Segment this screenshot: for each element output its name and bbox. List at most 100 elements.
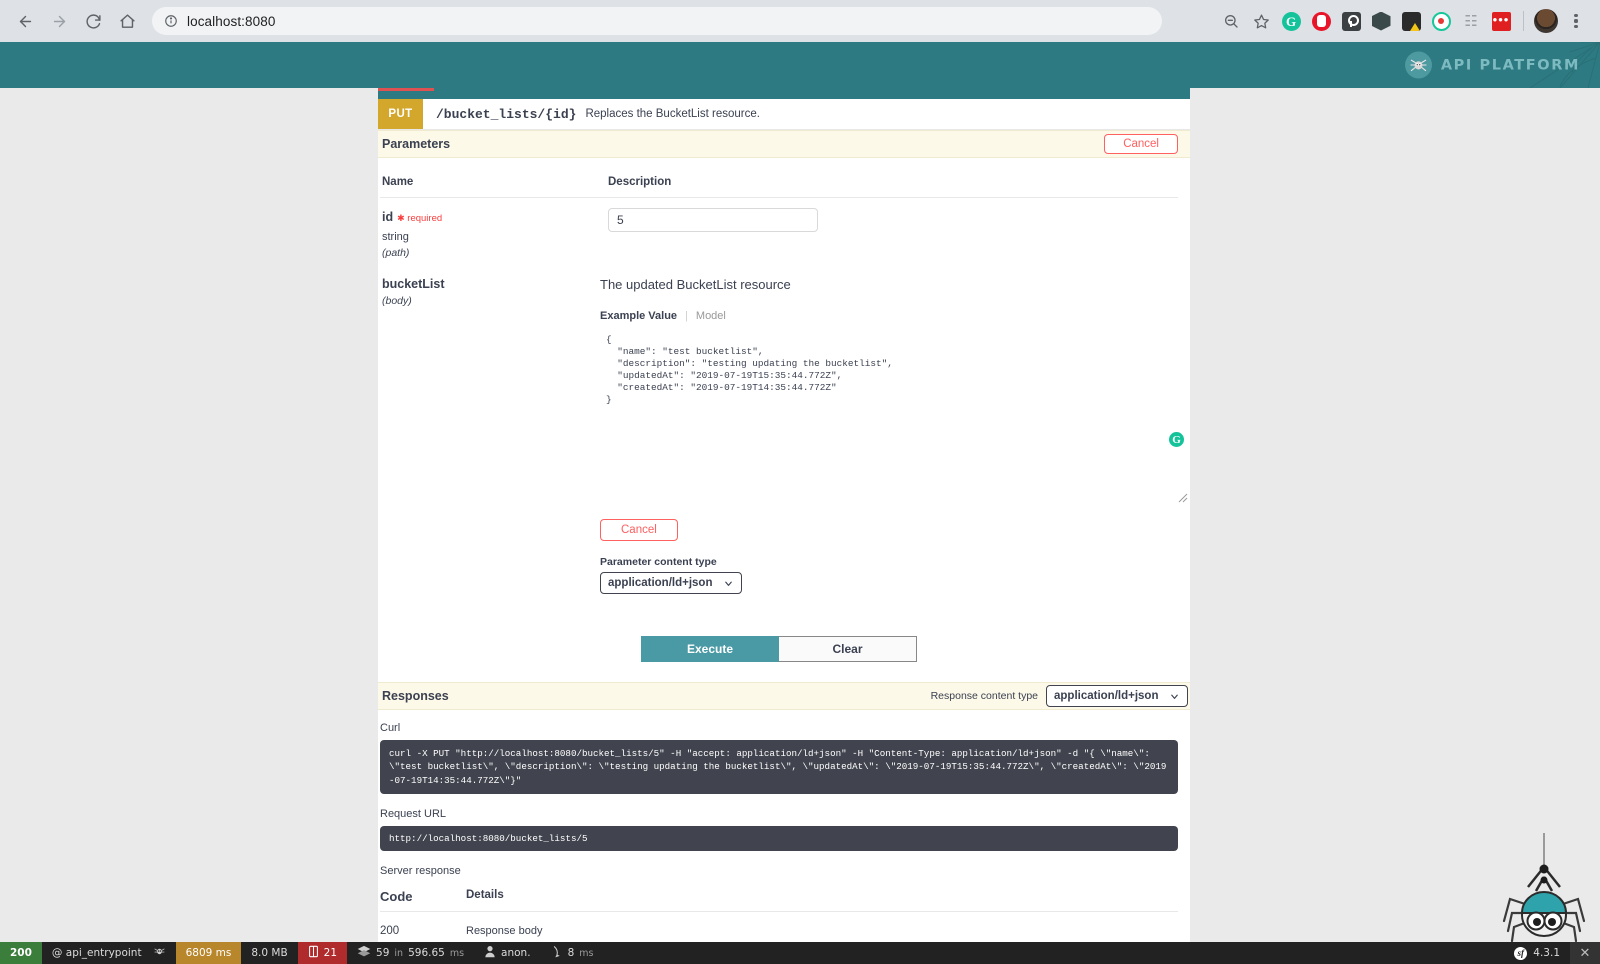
- chevron-down-icon: [725, 581, 732, 586]
- request-url[interactable]: http://localhost:8080/bucket_lists/5: [380, 826, 1178, 852]
- parameter-row-bucketlist: bucketList (body) The updated BucketList…: [380, 259, 1188, 594]
- toolbar-user[interactable]: anon.: [474, 942, 541, 964]
- toolbar-status-code[interactable]: 200: [0, 942, 42, 964]
- toolbar-route[interactable]: @ api_entrypoint: [42, 942, 176, 964]
- back-arrow-icon[interactable]: [10, 6, 40, 36]
- parameters-table-header: Name Description: [380, 158, 1178, 198]
- toolbar-time[interactable]: 6809 ms: [175, 942, 242, 964]
- forward-arrow-icon[interactable]: [44, 6, 74, 36]
- toolbar-twig[interactable]: 21: [297, 942, 348, 964]
- spider-logo-icon: [1404, 51, 1432, 79]
- parameters-body: Name Description id ✱ required string (pa…: [378, 158, 1190, 682]
- tab-divider: |: [685, 310, 688, 322]
- cancel-button-body[interactable]: Cancel: [600, 519, 678, 541]
- response-content-type-select[interactable]: application/ld+json: [1046, 685, 1188, 707]
- curl-label: Curl: [380, 722, 401, 734]
- mail-time-unit: ms: [579, 947, 594, 959]
- column-details: Details: [466, 889, 504, 902]
- brand: API PLATFORM: [1404, 51, 1580, 79]
- grammarly-icon[interactable]: G: [1169, 432, 1184, 447]
- responses-title: Responses: [382, 689, 449, 703]
- response-content-type-value: application/ld+json: [1054, 690, 1159, 702]
- column-description: Description: [608, 176, 672, 188]
- response-body-label: Response body: [466, 925, 543, 938]
- brand-name: API PLATFORM: [1440, 57, 1580, 73]
- symfony-debug-toolbar: 200 @ api_entrypoint 6809 ms 8.0 MB 21 5…: [0, 942, 1600, 964]
- operation-path-group: /bucket_lists/{id} Replaces the BucketLi…: [423, 99, 760, 129]
- request-url-label: Request URL: [380, 808, 447, 821]
- parameter-location: (body): [382, 295, 412, 307]
- grammarly-icon[interactable]: G: [1277, 7, 1305, 35]
- db-in-label: in: [394, 947, 404, 959]
- required-marker: ✱ required: [397, 213, 443, 224]
- navigation-buttons: [10, 6, 142, 36]
- sitemap-icon[interactable]: ☷: [1457, 7, 1485, 35]
- kebab-menu-icon[interactable]: [1562, 7, 1590, 35]
- http-method-badge: PUT: [378, 99, 423, 129]
- execute-actions: Execute Clear: [380, 636, 1178, 682]
- operation-summary[interactable]: PUT /bucket_lists/{id} Replaces the Buck…: [378, 99, 1190, 130]
- chevron-down-icon: [1171, 694, 1178, 699]
- responses-body: Curl curl -X PUT "http://localhost:8080/…: [378, 710, 1190, 964]
- curl-command[interactable]: curl -X PUT "http://localhost:8080/bucke…: [380, 740, 1178, 795]
- pocket-icon[interactable]: [1337, 7, 1365, 35]
- parameter-type: string: [382, 231, 409, 243]
- redmine-icon[interactable]: •••: [1487, 7, 1515, 35]
- reload-icon[interactable]: [78, 6, 108, 36]
- home-icon[interactable]: [112, 6, 142, 36]
- site-info-icon[interactable]: [164, 14, 178, 28]
- url-text: localhost:8080: [187, 13, 276, 29]
- id-input[interactable]: [608, 208, 818, 232]
- address-bar[interactable]: localhost:8080: [152, 7, 1162, 35]
- parameter-content-type-value: application/ld+json: [608, 577, 713, 589]
- toolbar-database[interactable]: 59 in 596.65 ms: [347, 942, 474, 964]
- user-name: anon.: [501, 947, 531, 959]
- adblock-icon[interactable]: [1307, 7, 1335, 35]
- spider-mascot-decoration: [1502, 833, 1586, 943]
- responses-header: Responses Response content type applicat…: [378, 682, 1190, 710]
- tab-example-value[interactable]: Example Value: [600, 310, 677, 322]
- parameter-name: bucketList: [382, 277, 445, 291]
- db-time-unit: ms: [449, 947, 465, 959]
- symfony-logo-icon: sf: [1514, 946, 1528, 960]
- resize-handle-icon[interactable]: [1178, 493, 1188, 503]
- user-icon: [484, 945, 496, 961]
- request-body-text[interactable]: { "name": "test bucketlist", "descriptio…: [600, 332, 1178, 406]
- toolbar-memory[interactable]: 8.0 MB: [241, 942, 297, 964]
- target-icon[interactable]: [1427, 7, 1455, 35]
- cancel-button-top[interactable]: Cancel: [1104, 134, 1178, 154]
- response-table-header: Code Details: [380, 889, 1178, 913]
- operation-top-accent: [378, 88, 1190, 99]
- honey-icon[interactable]: [1367, 7, 1395, 35]
- column-code: Code: [380, 889, 413, 905]
- browser-toolbar-right: G ☷ •••: [1217, 7, 1590, 35]
- star-icon[interactable]: [1247, 7, 1275, 35]
- column-name: Name: [382, 176, 414, 188]
- clear-button[interactable]: Clear: [779, 636, 917, 662]
- swagger-operation-sheet: PUT /bucket_lists/{id} Replaces the Buck…: [378, 88, 1190, 964]
- maze-icon[interactable]: [1397, 7, 1425, 35]
- spider-icon: [147, 945, 166, 961]
- toolbar-divider: [1523, 11, 1524, 31]
- parameter-name: id: [382, 210, 394, 224]
- tab-accent: [378, 88, 434, 91]
- toolbar-right-group: sf 4.3.1 ✕: [1504, 942, 1600, 964]
- toolbar-version[interactable]: sf 4.3.1: [1504, 942, 1570, 964]
- execute-button[interactable]: Execute: [641, 636, 779, 662]
- parameter-description: The updated BucketList resource: [600, 277, 791, 292]
- avatar-icon[interactable]: [1532, 7, 1560, 35]
- parameter-content-type-select[interactable]: application/ld+json: [600, 572, 742, 594]
- db-query-count: 59: [376, 947, 390, 959]
- operation-summary-text: Replaces the BucketList resource.: [585, 108, 760, 120]
- twig-icon: [308, 945, 319, 961]
- toolbar-close-button[interactable]: ✕: [1570, 942, 1600, 964]
- database-icon: [357, 945, 371, 961]
- parameter-location: (path): [382, 247, 410, 259]
- toolbar-mailer[interactable]: 8 ms: [541, 942, 604, 964]
- example-model-tabs: Example Value | Model: [600, 310, 1178, 322]
- request-body-editor[interactable]: { "name": "test bucketlist", "descriptio…: [600, 332, 1188, 503]
- zoom-out-icon[interactable]: [1217, 7, 1245, 35]
- browser-chrome: localhost:8080 G ☷ •••: [0, 0, 1600, 42]
- tab-model[interactable]: Model: [696, 310, 726, 322]
- toolbar-route-label: @ api_entrypoint: [51, 947, 142, 959]
